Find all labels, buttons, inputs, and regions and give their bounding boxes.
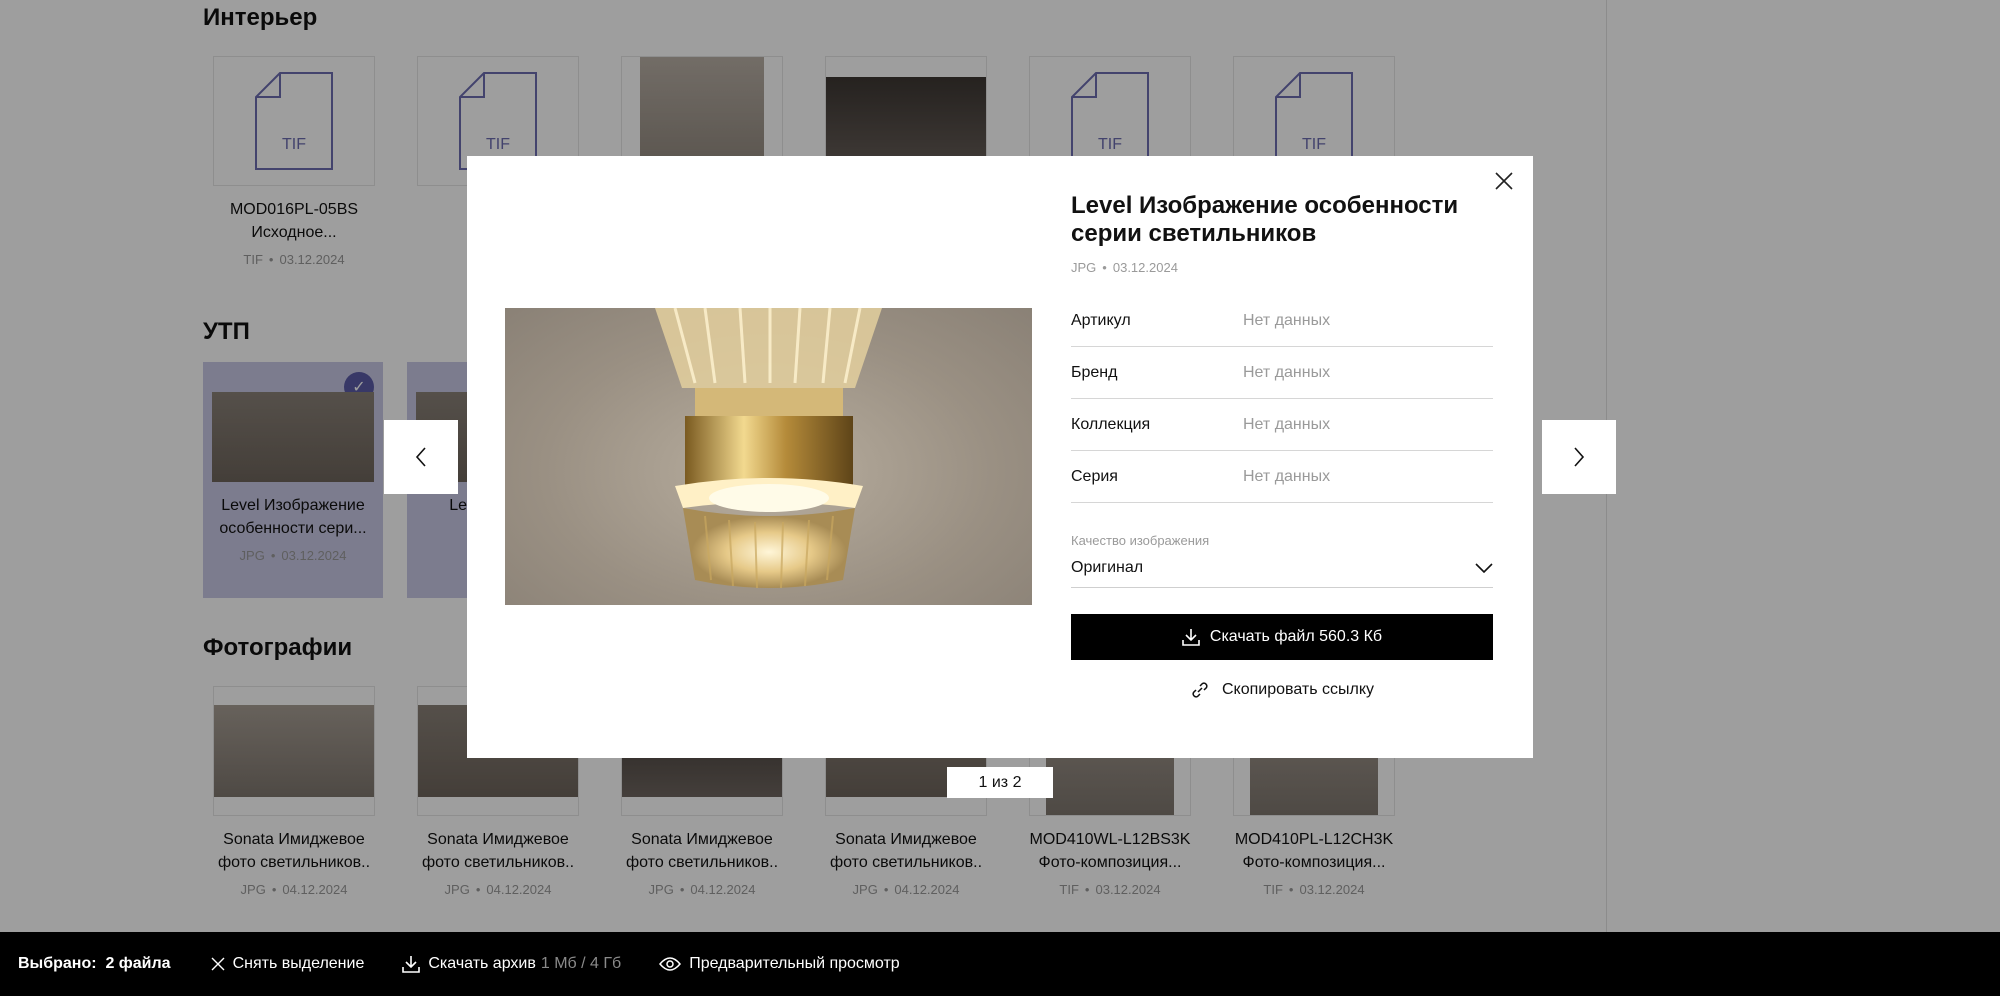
quality-label: Качество изображения [1071,533,1210,548]
property-key: Бренд [1071,363,1118,381]
property-row: Серия Нет данных [1071,451,1493,503]
link-icon [1192,682,1208,698]
property-value: Нет данных [1243,311,1331,329]
property-value: Нет данных [1243,467,1331,485]
selected-label: Выбрано: 2 файла [18,955,171,972]
next-button[interactable] [1542,420,1616,494]
chevron-left-icon [415,447,426,467]
close-icon[interactable] [1489,166,1519,196]
preview-modal: Level Изображение особенности серии свет… [467,156,1533,758]
modal-meta: JPG • 03.12.2024 [1071,260,1178,275]
preview-image [505,308,1032,605]
download-label: Скачать файл 560.3 Кб [1209,628,1383,645]
selection-bottom-bar: Выбрано: 2 файла Снять выделение Скачать… [0,932,2000,996]
download-file-button[interactable]: Скачать файл 560.3 Кб [1071,614,1493,660]
eye-icon [659,957,682,971]
property-key: Артикул [1071,311,1131,329]
lamp-photo [655,308,882,589]
prev-button[interactable] [384,420,458,494]
properties-list: Артикул Нет данных Бренд Нет данных Колл… [1071,295,1493,503]
archive-size: 1 Мб / 4 Гб [540,955,622,972]
property-key: Коллекция [1071,415,1151,433]
chevron-down-icon [1475,562,1493,573]
copy-link-button[interactable]: Скопировать ссылку [1071,680,1493,700]
chevron-right-icon [1574,447,1585,467]
property-row: Коллекция Нет данных [1071,399,1493,451]
modal-info-panel: Level Изображение особенности серии свет… [1071,192,1493,700]
property-row: Артикул Нет данных [1071,295,1493,347]
preview-button[interactable]: Предварительный просмотр [659,955,900,973]
deselect-button[interactable]: Снять выделение [211,955,364,973]
close-icon [211,957,225,971]
modal-title: Level Изображение особенности серии свет… [1071,192,1459,247]
property-value: Нет данных [1243,415,1331,433]
property-row: Бренд Нет данных [1071,347,1493,399]
selected-count: 2 файла [105,955,171,972]
download-icon [1182,629,1200,646]
quality-dropdown[interactable]: Оригинал [1071,548,1493,588]
copy-link-label: Скопировать ссылку [1221,681,1375,698]
property-key: Серия [1071,467,1118,485]
image-counter: 1 из 2 [947,767,1053,798]
download-icon [402,956,421,973]
quality-value: Оригинал [1071,558,1144,576]
download-archive-button[interactable]: Скачать архив 1 Мб / 4 Гб [402,955,621,973]
property-value: Нет данных [1243,363,1331,381]
